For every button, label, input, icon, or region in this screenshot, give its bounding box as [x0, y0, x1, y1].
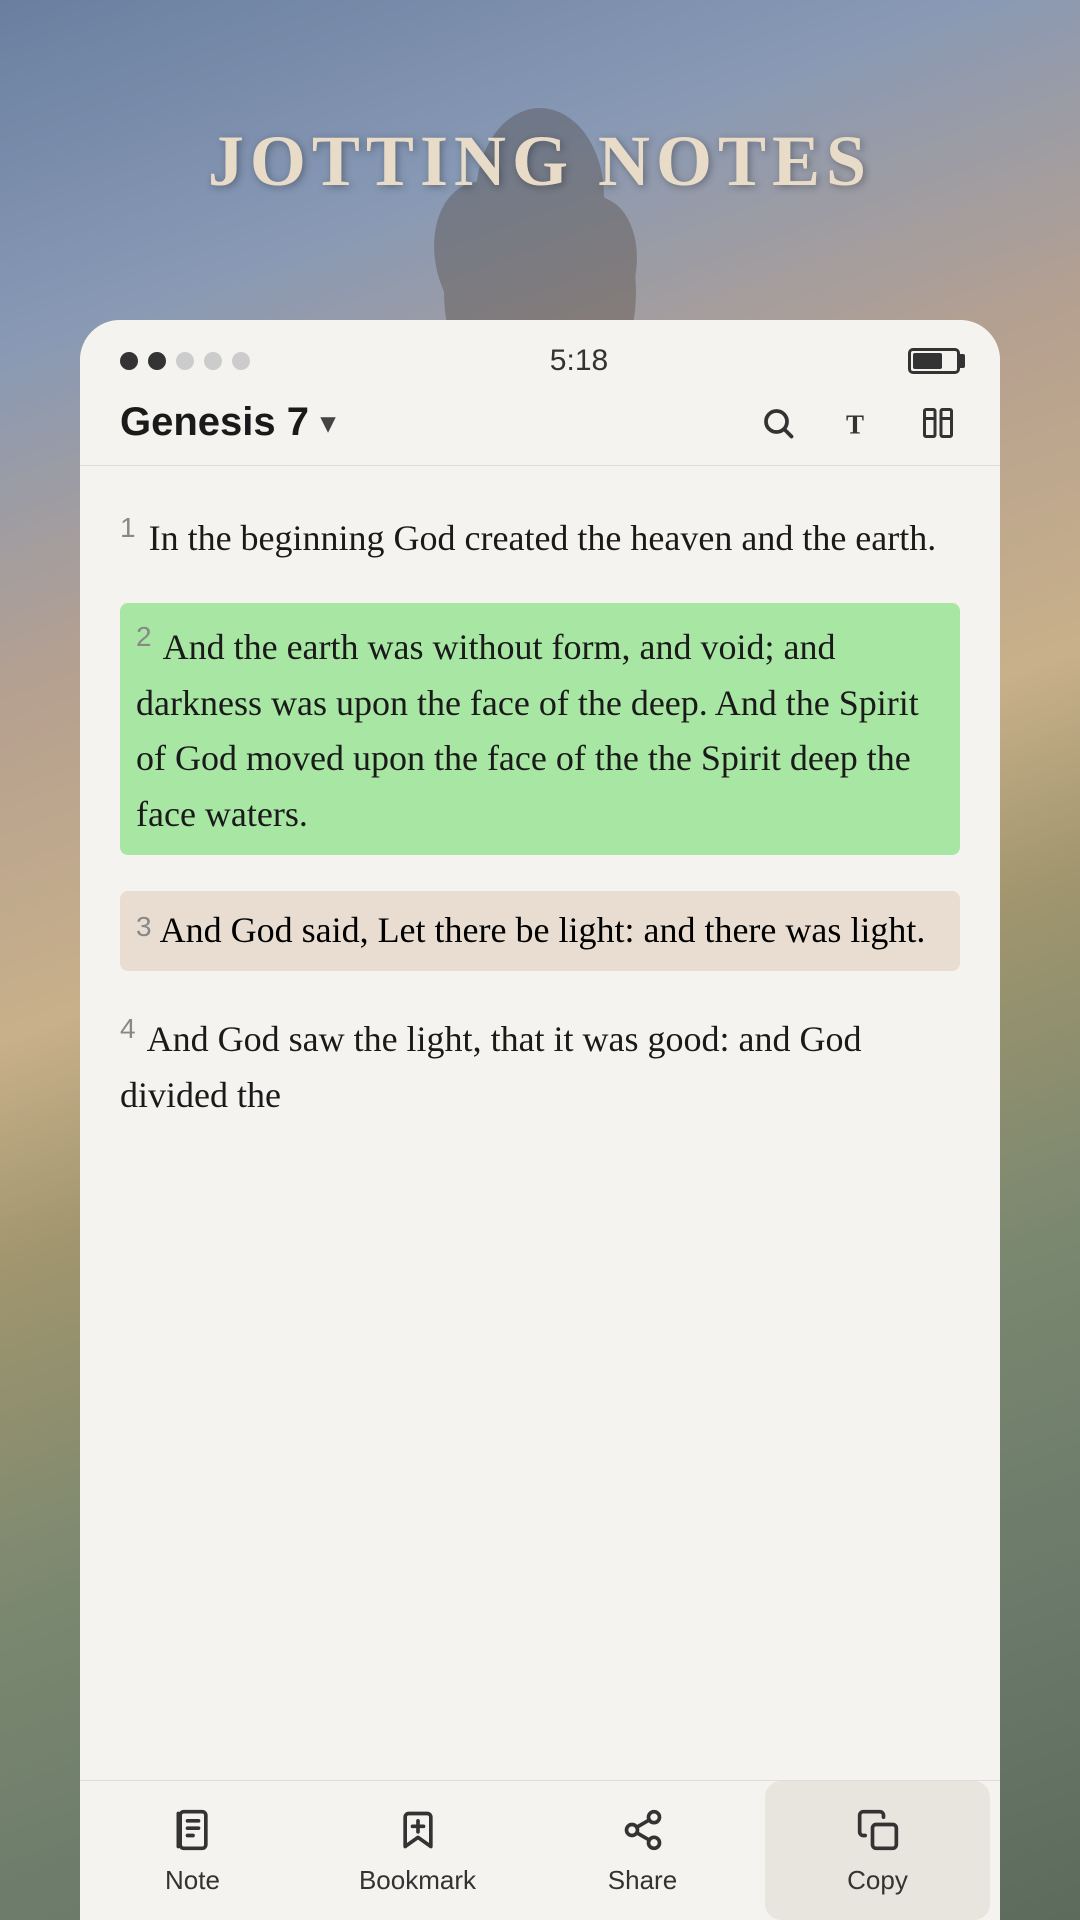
verse-2-content: 2 And the earth was without form, and vo…: [136, 627, 919, 834]
header-actions: T: [756, 401, 960, 445]
verse-text-4: And God saw the light, that it was good:…: [120, 1019, 862, 1115]
bible-text-area[interactable]: 1 In the beginning God created the heave…: [80, 466, 1000, 1780]
verse-number-1: 1: [120, 512, 136, 543]
dot-1: [120, 352, 138, 370]
svg-text:T: T: [846, 409, 864, 439]
verse-text-3: And God said, Let there be light: and th…: [160, 910, 926, 950]
chapter-header: Genesis 7 ▾ T: [80, 384, 1000, 466]
note-button[interactable]: Note: [80, 1781, 305, 1920]
share-label: Share: [608, 1865, 677, 1896]
bookmark-icon: [393, 1805, 443, 1855]
battery-fill: [913, 353, 942, 369]
verse-number-2: 2: [136, 621, 152, 652]
dot-2: [148, 352, 166, 370]
verse-2-highlighted: 2 And the earth was without form, and vo…: [120, 603, 960, 855]
verse-number-4: 4: [120, 1013, 136, 1044]
note-label: Note: [165, 1865, 220, 1896]
bookmark-label: Bookmark: [359, 1865, 476, 1896]
signal-dots: [120, 352, 250, 370]
verse-number-3: 3: [136, 911, 152, 942]
text-format-button[interactable]: T: [836, 401, 880, 445]
chapter-selector[interactable]: Genesis 7 ▾: [120, 400, 335, 445]
status-bar: 5:18: [80, 320, 1000, 384]
share-icon: [618, 1805, 668, 1855]
dot-5: [232, 352, 250, 370]
verse-text-1: In the beginning God created the heaven …: [149, 518, 937, 558]
bookmark-button[interactable]: Bookmark: [305, 1781, 530, 1920]
bible-card: 5:18 Genesis 7 ▾ T: [80, 320, 1000, 1920]
battery-indicator: [908, 348, 960, 374]
verse-4: 4 And God saw the light, that it was goo…: [120, 1007, 960, 1124]
dot-3: [176, 352, 194, 370]
dot-4: [204, 352, 222, 370]
app-title: JOTTING NOTES: [0, 120, 1080, 203]
compare-button[interactable]: [916, 401, 960, 445]
verse-text-2: And the earth was without form, and void…: [136, 627, 919, 834]
chapter-name: Genesis 7: [120, 400, 309, 445]
copy-label: Copy: [847, 1865, 908, 1896]
verse-3-bg: 3 And God said, Let there be light: and …: [120, 891, 960, 971]
bottom-toolbar: Note Bookmark: [80, 1780, 1000, 1920]
copy-button[interactable]: Copy: [765, 1781, 990, 1920]
status-time: 5:18: [550, 344, 608, 378]
search-button[interactable]: [756, 401, 800, 445]
copy-icon: [853, 1805, 903, 1855]
verse-1: 1 In the beginning God created the heave…: [120, 506, 960, 567]
share-button[interactable]: Share: [530, 1781, 755, 1920]
chevron-down-icon: ▾: [321, 406, 335, 439]
note-icon: [168, 1805, 218, 1855]
